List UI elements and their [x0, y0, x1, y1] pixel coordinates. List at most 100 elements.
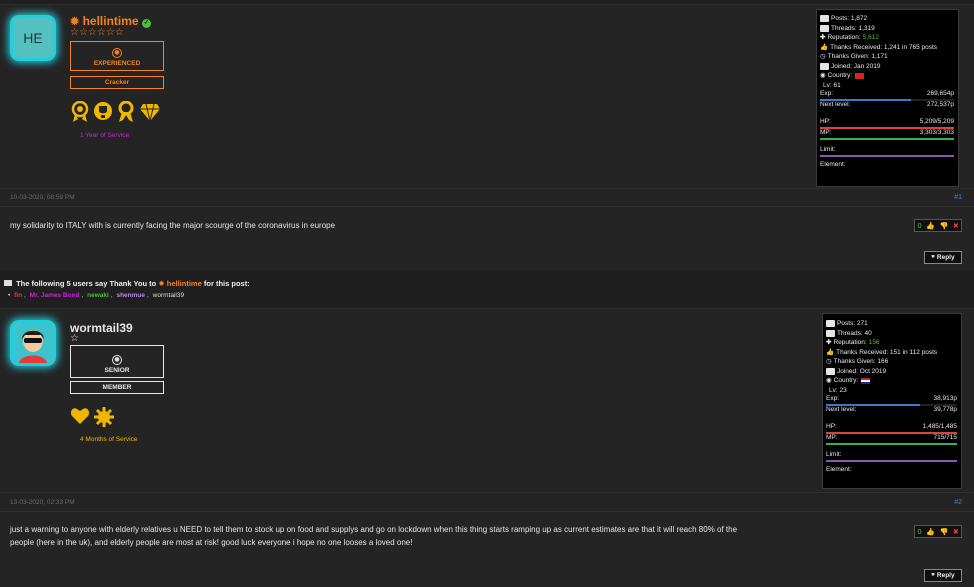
mp-fill	[820, 138, 954, 140]
username-text: wormtail39	[70, 321, 133, 335]
stat-threads: Threads: 40	[826, 329, 957, 339]
limit-fill	[820, 155, 954, 157]
calendar-icon	[826, 367, 835, 375]
stat-level: Lv: 61	[823, 81, 841, 89]
rank-text: SENIOR	[104, 367, 130, 374]
thumbs-down-button[interactable]: 👎	[940, 528, 949, 536]
stat-thanks-given: ◷ Thanks Given: 1,171	[820, 53, 888, 60]
stat-thanks-received: 👍 Thanks Received: 151 in 112 posts	[826, 348, 938, 356]
calendar-icon	[820, 62, 829, 70]
mp-fill	[826, 443, 957, 445]
close-icon[interactable]: ✖	[953, 528, 959, 536]
thank-user-link[interactable]: wormtail39	[153, 292, 184, 299]
verified-icon: ✓	[141, 19, 151, 28]
exp-bar: Exp: 269,654p	[820, 90, 954, 101]
divider	[0, 206, 974, 207]
stat-country: ◉ Country:	[820, 71, 954, 81]
username-link[interactable]: ✹ hellintime ✓	[70, 14, 151, 28]
heart-icon	[70, 408, 90, 424]
message-line: people (here in the uk), and elderly peo…	[10, 538, 413, 547]
next-level-row: Next level: 272,537p	[820, 101, 954, 108]
sun-badge-icon	[94, 407, 114, 427]
thanks-suffix: for this post:	[203, 279, 250, 288]
reputation-stars: ☆☆☆☆☆☆	[70, 27, 124, 38]
hp-bar: HP: 5,209/5,209	[820, 118, 954, 129]
stat-reputation: ✚ Reputation: 156	[826, 339, 880, 346]
post-rating: 0 👍 👎 ✖	[914, 219, 962, 232]
post-date: 13-03-2020, 02:33 PM	[10, 499, 75, 506]
username-text: hellintime	[82, 14, 139, 28]
message-line: just a warning to anyone with elderly re…	[10, 525, 738, 534]
service-label: 4 Months of Service	[80, 436, 138, 443]
close-icon[interactable]: ✖	[953, 222, 959, 230]
diamond-icon	[140, 103, 160, 122]
element-row: Element:	[820, 161, 846, 168]
rank-text: EXPERIENCED	[93, 60, 141, 67]
avatar-face-icon	[13, 323, 53, 363]
chat-icon	[826, 320, 835, 328]
thank-user-link[interactable]: newaki	[87, 292, 109, 299]
plus-icon: ✚	[826, 339, 832, 346]
limit-fill	[826, 460, 957, 462]
thank-user-link[interactable]: fin	[14, 292, 22, 299]
post-date: 10-03-2020, 08:59 PM	[10, 194, 75, 201]
stat-joined: Joined: Oct 2019	[826, 367, 957, 377]
divider	[0, 511, 974, 512]
user-avatar[interactable]: HE	[10, 15, 56, 61]
service-label: 1 Year of Service	[80, 132, 130, 139]
reply-button[interactable]: ❞ Reply	[924, 569, 962, 582]
limit-bar: Limit:	[826, 451, 957, 462]
stat-threads: Threads: 1,319	[820, 24, 954, 34]
thumbs-up-button[interactable]: 👍	[926, 528, 935, 536]
exp-bar: Exp: 38,913p	[826, 395, 957, 406]
thank-user-link[interactable]: shenmue	[116, 292, 145, 299]
threads-icon	[820, 24, 829, 32]
thumbs-up-button[interactable]: 👍	[926, 222, 935, 230]
mp-bar: MP: 3,303/3,303	[820, 129, 954, 140]
mp-bar: MP: 715/715	[826, 434, 957, 445]
group-badge: Cracker	[70, 76, 164, 89]
group-badge: MEMBER	[70, 381, 164, 394]
rating-count: 0	[917, 221, 922, 230]
limit-bar: Limit:	[820, 146, 954, 157]
stat-country: ◉ Country:	[826, 376, 957, 386]
quote-icon: ❞	[931, 254, 935, 262]
stat-level: Lv: 23	[829, 386, 847, 394]
user-avatar[interactable]	[10, 320, 56, 366]
reputation-value: 5,612	[862, 34, 879, 41]
post-2: wormtail39 ☆ ● SENIOR MEMBER 4 Months of…	[0, 308, 974, 587]
clock-icon: ◷	[826, 358, 832, 365]
element-row: Element:	[826, 466, 852, 473]
flag-icon	[855, 72, 865, 79]
reputation-value: 156	[868, 339, 880, 346]
reply-button[interactable]: ❞ Reply	[924, 251, 962, 264]
thumbs-down-button[interactable]: 👎	[940, 222, 949, 230]
post-number-link[interactable]: #1	[954, 194, 962, 201]
chat-icon	[820, 15, 829, 23]
medal-icon	[71, 101, 89, 122]
thanks-icon	[4, 280, 12, 286]
stat-thanks-received: 👍 Thanks Received: 1,241 in 765 posts	[820, 43, 938, 51]
user-stats-panel: Posts: 1,872 Threads: 1,319 ✚ Reputation:…	[816, 9, 959, 187]
plus-icon: ✚	[820, 34, 826, 41]
divider	[0, 492, 974, 493]
quote-icon: ❞	[931, 572, 935, 580]
stat-posts: Posts: 1,872	[820, 14, 954, 24]
award-icons	[70, 101, 161, 123]
rank-badge: ● EXPERIENCED	[70, 41, 164, 71]
trophy-icon	[94, 102, 112, 120]
rank-badge: ● SENIOR	[70, 345, 164, 378]
username-link[interactable]: wormtail39	[70, 321, 133, 335]
gear-icon: ✹	[158, 279, 165, 288]
thank-users-list: • fin, Mr. James Bond, newaki, shenmue, …	[8, 292, 185, 299]
avatar-initials: HE	[23, 30, 43, 46]
thanks-user-link[interactable]: hellintime	[167, 279, 202, 288]
ribbon-icon	[118, 101, 134, 122]
thumbs-up-icon: 👍	[820, 43, 829, 51]
threads-icon	[826, 329, 835, 337]
thank-user-link[interactable]: Mr. James Bond	[30, 292, 80, 299]
user-icon: ●	[112, 355, 122, 365]
user-stats-panel: Posts: 271 Threads: 40 ✚ Reputation: 156 …	[822, 313, 962, 489]
reputation-stars: ☆	[70, 333, 79, 344]
post-number-link[interactable]: #2	[954, 499, 962, 506]
